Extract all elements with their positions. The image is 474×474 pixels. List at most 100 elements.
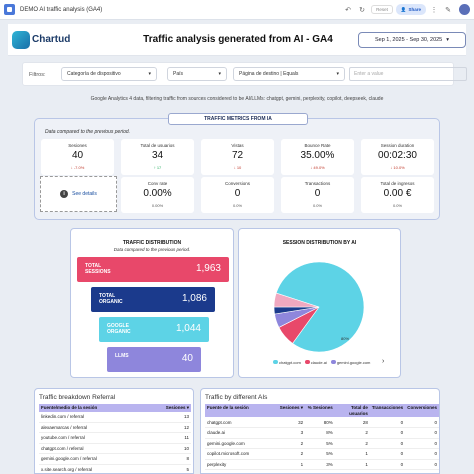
column-header[interactable]: Fuente de la sesión: [205, 404, 278, 417]
date-range-picker[interactable]: Sep 1, 2025 - Sep 30, 2025 ▾: [358, 32, 466, 48]
table-row: alexaemarcas / referral 12: [39, 422, 191, 433]
share-button[interactable]: 👤 Share: [395, 4, 426, 15]
metric-label: Total de ingresos: [380, 181, 415, 186]
distribution-bar: TOTAL SESSIONS 1,963: [77, 257, 229, 282]
metric-card: Sesiones 40 ↓ -7.0%: [41, 139, 114, 175]
undo-icon[interactable]: ↶: [342, 4, 354, 16]
metric-label: Sesiones: [68, 143, 87, 148]
column-header[interactable]: % Sesiones: [305, 404, 335, 417]
landing-page-filter-label: Página de destino | Equals: [239, 71, 299, 77]
metric-value: 0.00%: [143, 188, 172, 199]
pie-legend: chatgpt.com claude.ai gemini.google.com: [273, 360, 370, 365]
metric-card: Session duration 00:02:30 ↓ 10.0%: [361, 139, 434, 175]
filter-value-input[interactable]: Enter a value: [349, 67, 467, 81]
device-filter-label: Categoría de dispositivo: [67, 71, 121, 77]
table-row: linkedin.com / referral 13: [39, 411, 191, 423]
country-filter[interactable]: País ▾: [167, 67, 227, 81]
metrics-note: Data compared to the previous period.: [45, 129, 131, 135]
metric-value: 00:02:30: [378, 150, 417, 161]
table-cell: alexaemarcas / referral: [39, 422, 157, 433]
table-cell: gemini.google.com / referral: [39, 453, 157, 465]
report-title: DEMO AI traffic analysis (GA4): [20, 6, 103, 13]
edit-icon[interactable]: ✎: [442, 4, 454, 16]
table-cell: 0: [369, 427, 406, 439]
landing-page-filter[interactable]: Página de destino | Equals ▾: [233, 67, 345, 81]
ai-table-title: Traffic by different AIs: [205, 394, 268, 401]
refresh-icon[interactable]: ↻: [356, 4, 368, 16]
metric-value: 0: [234, 188, 241, 199]
table-cell: 1: [334, 459, 370, 470]
table-cell: 2: [277, 448, 306, 460]
table-cell: chatgpt.com: [205, 417, 278, 428]
metric-change: ↓ 10: [233, 165, 242, 170]
table-cell: perplexity: [205, 459, 278, 470]
metric-label: Conv rate: [147, 181, 168, 186]
distribution-bar: GOOGLE ORGANIC 1,044: [99, 317, 209, 342]
metric-value: 0.00 €: [383, 188, 412, 199]
metric-change: 0.00%: [151, 203, 164, 208]
metric-label: Total de usuarios: [140, 143, 175, 148]
bar-label: GOOGLE ORGANIC: [107, 323, 131, 335]
reset-button[interactable]: Reset: [371, 5, 393, 14]
table-cell: x.site.search.org / referral: [39, 464, 157, 473]
report-header: Chartud Traffic analysis generated from …: [8, 24, 466, 56]
table-cell: 5%: [305, 438, 335, 449]
report-description: Google Analytics 4 data, filtering traff…: [90, 96, 384, 102]
table-cell: 0: [405, 438, 439, 449]
metric-card: Total de ingresos 0.00 € 0.0%: [361, 177, 434, 213]
table-cell: linkedin.com / referral: [39, 411, 157, 423]
metric-card: Bounce Rate 35.00% ↓ 49.0%: [281, 139, 354, 175]
metric-change: 0.0%: [232, 203, 243, 208]
logo-text: Chartud: [32, 34, 71, 45]
table-cell: claude.ai: [205, 427, 278, 439]
table-cell: 0: [369, 438, 406, 449]
table-cell: 5: [157, 464, 191, 473]
metric-label: Bounce Rate: [304, 143, 331, 148]
table-cell: 2: [277, 438, 306, 449]
column-header[interactable]: Fuente/medio de la sesión: [39, 404, 157, 412]
column-header[interactable]: Sesiones ▾: [157, 404, 191, 412]
distribution-bar: LLMS 40: [107, 347, 201, 372]
metric-change: ↓ 10.0%: [390, 165, 405, 170]
legend-next-icon[interactable]: ›: [382, 358, 384, 365]
metric-change: ↓ -7.0%: [70, 165, 85, 170]
legend-swatch: [330, 360, 336, 364]
see-details-button[interactable]: i See details: [40, 176, 117, 212]
column-header[interactable]: Total de usuarios: [334, 404, 370, 417]
more-options-icon[interactable]: ⋮: [428, 4, 440, 16]
table-cell: 1: [334, 448, 370, 460]
legend-item: gemini.google.com: [330, 360, 370, 365]
app-topbar: DEMO AI traffic analysis (GA4) ↶ ↻ Reset…: [0, 0, 474, 20]
ai-traffic-panel: Traffic by different AIs Fuente de la se…: [200, 388, 440, 474]
table-row: copilot.microsoft.com 2 5% 1 0 0: [205, 448, 439, 460]
chartud-logo-icon: [12, 31, 30, 49]
table-cell: 12: [157, 422, 191, 433]
date-range-value: Sep 1, 2025 - Sep 30, 2025: [374, 37, 443, 43]
table-cell: 2: [334, 427, 370, 439]
column-header[interactable]: Conversiones: [405, 404, 439, 417]
metric-value: 40: [71, 150, 84, 161]
table-cell: 32: [277, 417, 306, 428]
session-distribution-panel: SESSION DISTRIBUTION BY AI 80% chatgpt.c…: [238, 228, 401, 378]
bar-label: LLMS: [115, 353, 129, 359]
table-row: chatgpt.com 32 80% 28 0 0: [205, 417, 439, 428]
bar-value: 1,086: [181, 293, 207, 304]
table-cell: 0: [369, 459, 406, 470]
bar-value: 40: [181, 353, 193, 364]
table-cell: 3: [277, 427, 306, 439]
page-title: Traffic analysis generated from AI - GA4: [143, 34, 333, 45]
table-cell: gemini.google.com: [205, 438, 278, 449]
chevron-down-icon: ▾: [218, 71, 221, 77]
table-cell: chatgpt.com / referral: [39, 443, 157, 454]
metric-value: 72: [231, 150, 244, 161]
legend-swatch: [304, 360, 310, 364]
table-cell: youtube.com / referral: [39, 432, 157, 444]
column-header[interactable]: Transacciones: [369, 404, 406, 417]
metric-value: 34: [151, 150, 164, 161]
chevron-down-icon: ▾: [336, 71, 339, 77]
table-row: youtube.com / referral 11: [39, 432, 191, 444]
device-filter[interactable]: Categoría de dispositivo ▾: [61, 67, 157, 81]
table-cell: 1: [277, 459, 306, 470]
avatar[interactable]: [459, 4, 470, 15]
column-header[interactable]: Sesiones ▾: [277, 404, 306, 417]
